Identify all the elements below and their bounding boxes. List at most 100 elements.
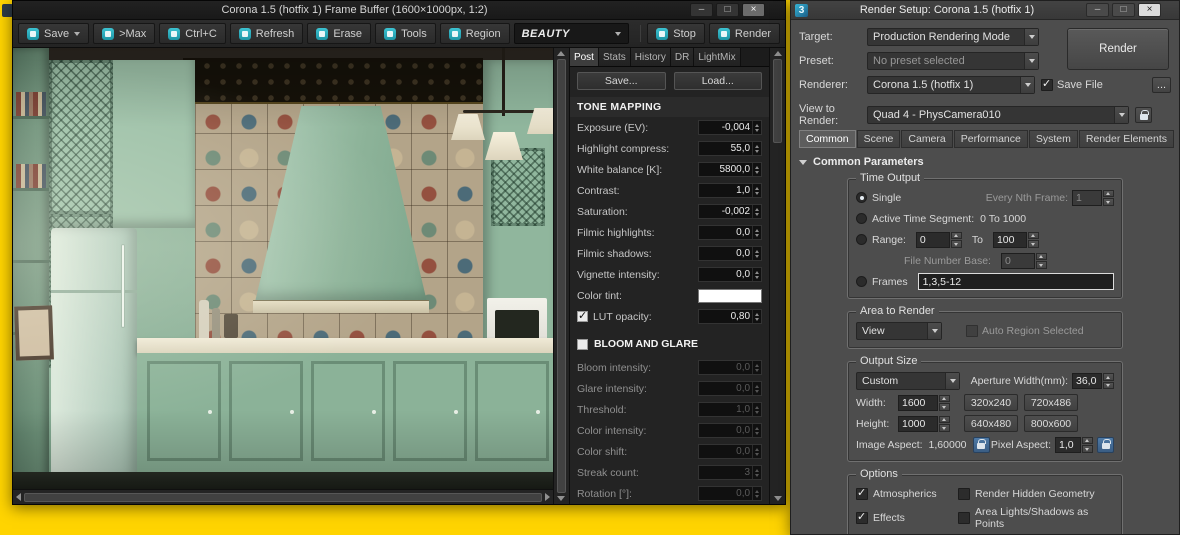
render-hidden-checkbox[interactable] xyxy=(958,487,970,500)
range-to-input[interactable]: 100 xyxy=(992,231,1039,248)
image-aspect-lock-button[interactable] xyxy=(972,436,990,453)
chevron-down-icon[interactable] xyxy=(1114,107,1128,123)
maximize-icon[interactable]: □ xyxy=(1112,3,1135,17)
white-balance-input[interactable]: 5800,0 xyxy=(698,162,763,177)
spinner-arrows[interactable] xyxy=(752,205,761,218)
scroll-up-icon[interactable] xyxy=(557,51,566,56)
exposure-input[interactable]: -0,004 xyxy=(698,120,763,135)
spinner-arrows[interactable] xyxy=(752,184,761,197)
spinner-arrows[interactable] xyxy=(752,382,761,395)
spinner-arrows[interactable] xyxy=(752,268,761,281)
render-button[interactable]: Render xyxy=(1067,28,1169,70)
render-button[interactable]: Render xyxy=(708,23,780,44)
bloom-glare-checkbox[interactable] xyxy=(576,338,588,350)
auto-region-checkbox[interactable] xyxy=(966,325,978,337)
active-time-segment-radio[interactable] xyxy=(856,213,867,224)
effects-checkbox[interactable] xyxy=(856,510,868,524)
spinner-arrows[interactable] xyxy=(752,466,761,479)
copy-button[interactable]: Ctrl+C xyxy=(159,23,226,44)
spinner-arrows[interactable] xyxy=(752,226,761,239)
spinner-arrows[interactable] xyxy=(939,394,950,411)
scroll-down-icon[interactable] xyxy=(773,496,782,501)
save-button[interactable]: Save xyxy=(18,23,90,44)
spinner-arrows[interactable] xyxy=(752,310,761,323)
tab-performance[interactable]: Performance xyxy=(953,130,1028,148)
spinner-arrows[interactable] xyxy=(752,403,761,416)
horizontal-scroll-thumb[interactable] xyxy=(24,492,542,502)
load-settings-button[interactable]: Load... xyxy=(673,72,763,90)
chevron-down-icon[interactable] xyxy=(1024,29,1038,45)
chevron-down-icon[interactable] xyxy=(945,373,959,389)
tab-dr[interactable]: DR xyxy=(670,48,695,66)
color-intensity-input[interactable]: 0,0 xyxy=(698,423,763,438)
lut-opacity-input[interactable]: 0,80 xyxy=(698,309,763,324)
vignette-input[interactable]: 0,0 xyxy=(698,267,763,282)
save-file-checkbox[interactable] xyxy=(1041,77,1053,91)
glare-intensity-input[interactable]: 0,0 xyxy=(698,381,763,396)
minimize-icon[interactable]: – xyxy=(690,3,713,17)
tab-common[interactable]: Common xyxy=(799,130,856,148)
res-720x486-button[interactable]: 720x486 xyxy=(1024,394,1078,411)
nth-frame-input[interactable]: 1 xyxy=(1072,189,1114,206)
streak-count-input[interactable]: 3 xyxy=(698,465,763,480)
close-icon[interactable]: × xyxy=(1138,3,1161,17)
tab-camera[interactable]: Camera xyxy=(901,130,953,148)
viewport-lock-button[interactable] xyxy=(1135,107,1152,123)
spinner-arrows[interactable] xyxy=(752,247,761,260)
dock-to-max-button[interactable]: >Max xyxy=(93,23,156,44)
scroll-down-icon[interactable] xyxy=(557,496,566,501)
image-vertical-scrollbar[interactable] xyxy=(553,48,569,504)
vertical-scroll-thumb[interactable] xyxy=(556,59,566,493)
spinner-arrows[interactable] xyxy=(1103,189,1114,206)
res-800x600-button[interactable]: 800x600 xyxy=(1024,415,1078,432)
frames-radio[interactable] xyxy=(856,276,867,287)
panel-scrollbar[interactable] xyxy=(769,48,785,504)
spinner-arrows[interactable] xyxy=(1027,231,1039,248)
preset-select[interactable]: No preset selected xyxy=(867,52,1039,70)
aperture-input[interactable]: 36,0 xyxy=(1072,373,1114,389)
tab-post[interactable]: Post xyxy=(569,48,599,66)
rotation-input[interactable]: 0,0 xyxy=(698,486,763,501)
tab-lightmix[interactable]: LightMix xyxy=(694,48,741,66)
renderer-select[interactable]: Corona 1.5 (hotfix 1) xyxy=(867,76,1035,94)
spinner-arrows[interactable] xyxy=(1035,252,1047,269)
erase-button[interactable]: Erase xyxy=(307,23,372,44)
horizontal-scrollbar[interactable] xyxy=(13,489,553,504)
tab-system[interactable]: System xyxy=(1028,130,1078,148)
bloom-intensity-input[interactable]: 0,0 xyxy=(698,360,763,375)
spinner-arrows[interactable] xyxy=(950,231,962,248)
file-number-base-input[interactable]: 0 xyxy=(1000,252,1047,269)
spinner-arrows[interactable] xyxy=(752,361,761,374)
view-to-render-select[interactable]: Quad 4 - PhysCamera010 xyxy=(867,106,1129,124)
spinner-arrows[interactable] xyxy=(752,142,761,155)
threshold-input[interactable]: 1,0 xyxy=(698,402,763,417)
render-setup-titlebar[interactable]: 3 Render Setup: Corona 1.5 (hotfix 1) – … xyxy=(791,1,1179,20)
area-mode-select[interactable]: View xyxy=(856,322,942,340)
filmic-shadows-input[interactable]: 0,0 xyxy=(698,246,763,261)
saturation-input[interactable]: -0,002 xyxy=(698,204,763,219)
spinner-arrows[interactable] xyxy=(752,445,761,458)
stop-button[interactable]: Stop xyxy=(647,23,705,44)
spinner-arrows[interactable] xyxy=(752,121,761,134)
frames-input[interactable]: 1,3,5-12 xyxy=(917,273,1114,290)
color-shift-input[interactable]: 0,0 xyxy=(698,444,763,459)
spinner-arrows[interactable] xyxy=(1082,436,1093,453)
spinner-arrows[interactable] xyxy=(1103,373,1114,389)
chevron-down-icon[interactable] xyxy=(1020,77,1034,93)
atmospherics-checkbox[interactable] xyxy=(856,486,868,500)
panel-scroll-thumb[interactable] xyxy=(773,59,783,143)
render-viewport-kitchen-image[interactable] xyxy=(13,48,553,489)
scroll-right-icon[interactable] xyxy=(545,493,550,501)
target-select[interactable]: Production Rendering Mode xyxy=(867,28,1039,46)
lut-checkbox[interactable] xyxy=(576,309,588,322)
spinner-arrows[interactable] xyxy=(752,163,761,176)
area-lights-checkbox[interactable] xyxy=(958,512,970,524)
height-input[interactable]: 1000 xyxy=(898,415,950,432)
range-from-input[interactable]: 0 xyxy=(915,231,962,248)
save-file-browse-button[interactable]: ... xyxy=(1152,77,1171,93)
pixel-aspect-lock-button[interactable] xyxy=(1097,436,1114,453)
channel-select[interactable]: BEAUTY xyxy=(513,23,629,44)
res-640x480-button[interactable]: 640x480 xyxy=(964,415,1018,432)
spinner-arrows[interactable] xyxy=(752,424,761,437)
chevron-down-icon[interactable] xyxy=(1024,53,1038,69)
